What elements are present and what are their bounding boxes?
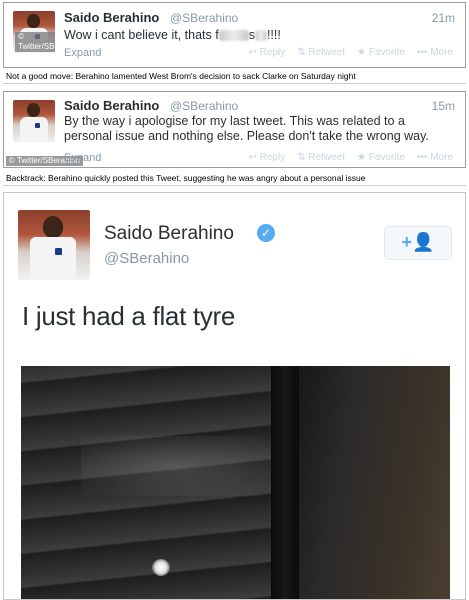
more-button[interactable]: ••• More	[417, 47, 453, 58]
censored-word	[218, 30, 249, 42]
tweet-text: I just had a flat tyre	[22, 301, 236, 331]
tweet-card-1: © Twitter/SBerahino Saido Berahino @SBer…	[3, 2, 466, 68]
tweet-text: By the way i apologise for my last tweet…	[64, 114, 429, 143]
tweet-actions: ↩ Reply ⇅ Retweet ★ Favorite ••• More	[248, 152, 453, 163]
reply-button[interactable]: ↩ Reply	[248, 47, 285, 58]
caption: Not a good move: Berahino lamented West …	[3, 68, 466, 84]
tweet-timestamp[interactable]: 21m	[432, 11, 455, 25]
expand-link[interactable]: Expand	[64, 47, 101, 59]
tweet-card-3: Saido Berahino ✓ @SBerahino +👤 I just ha…	[3, 192, 466, 600]
tweet-photo[interactable]	[21, 366, 450, 599]
watermark: © Twitter/SBerahino	[15, 32, 55, 52]
tyre-sidewall	[299, 366, 450, 599]
tyre-groove	[271, 366, 299, 599]
tweet-card-2: © Twitter/SBerahino Saido Berahino @SBer…	[3, 91, 466, 168]
censored-word	[254, 30, 267, 42]
follow-button[interactable]: +👤	[384, 226, 452, 260]
more-button[interactable]: ••• More	[417, 152, 453, 163]
expand-link[interactable]: Expand	[64, 152, 101, 164]
tweet-author-name[interactable]: Saido Berahino	[104, 223, 234, 245]
retweet-button[interactable]: ⇅ Retweet	[297, 47, 345, 58]
tweet-text: Wow i cant believe it, thats f s!!!!	[64, 28, 281, 42]
favorite-button[interactable]: ★ Favorite	[357, 47, 405, 58]
reply-button[interactable]: ↩ Reply	[248, 152, 285, 163]
avatar[interactable]: © Twitter/SBerahino	[13, 11, 55, 53]
nail-in-tyre	[152, 559, 170, 576]
tweet-author-handle[interactable]: @SBerahino	[104, 250, 189, 267]
caption: Backtrack: Berahino quickly posted this …	[3, 170, 466, 186]
tweet-author-handle[interactable]: @SBerahino	[170, 99, 238, 113]
follow-user-icon: +👤	[401, 232, 435, 252]
tweet-author-name[interactable]: Saido Berahino	[64, 98, 159, 113]
tweet-author-handle[interactable]: @SBerahino	[170, 11, 238, 25]
verified-badge-icon: ✓	[257, 224, 275, 242]
tweet-timestamp[interactable]: 15m	[432, 99, 455, 113]
retweet-button[interactable]: ⇅ Retweet	[297, 152, 345, 163]
tweet-author-name[interactable]: Saido Berahino	[64, 10, 159, 25]
tyre-highlight	[81, 436, 271, 496]
tweet-actions: ↩ Reply ⇅ Retweet ★ Favorite ••• More	[248, 47, 453, 58]
favorite-button[interactable]: ★ Favorite	[357, 152, 405, 163]
avatar[interactable]	[13, 100, 55, 142]
avatar[interactable]	[18, 210, 90, 280]
